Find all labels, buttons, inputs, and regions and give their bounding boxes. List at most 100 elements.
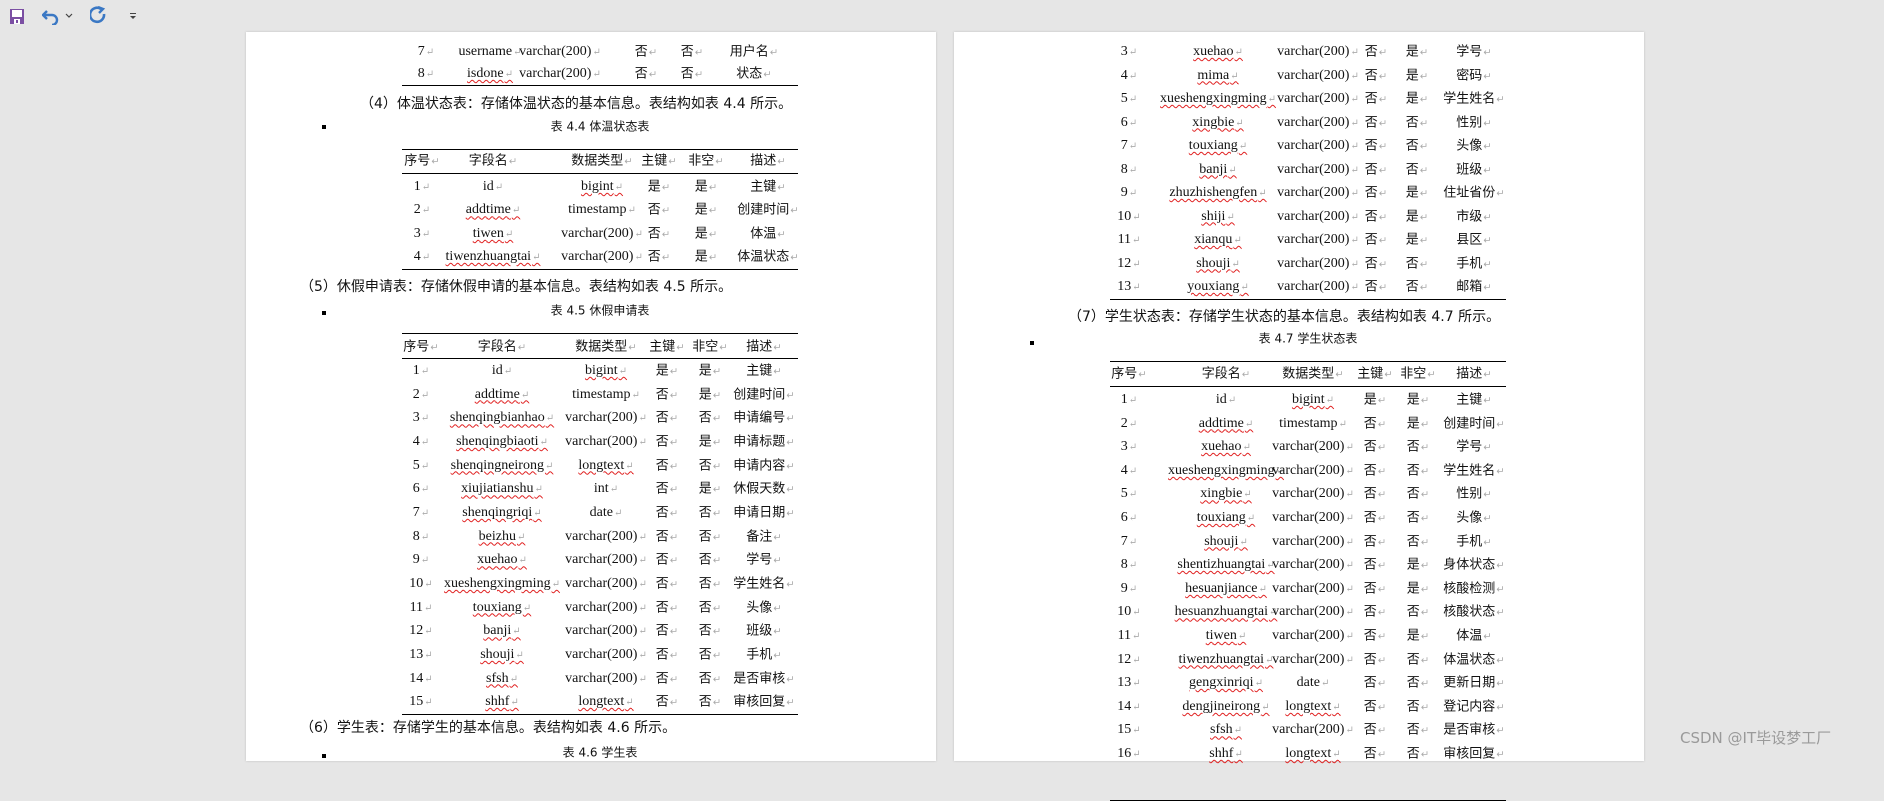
table-cell-data-type: longtext [1285,747,1340,761]
table-cell-primary-key: 否 [1364,677,1386,690]
table-cell-description: 邮箱 [1456,281,1491,294]
table-cell-primary-key: 否 [1364,748,1386,761]
table-cell-data-type: varchar(200) [565,600,647,615]
table-cell-primary-key: 否 [656,648,678,661]
table-cell-primary-key: 否 [656,530,678,543]
table-cell-data-type: varchar(200) [1272,463,1354,478]
table-cell-not-null: 否 [681,68,703,81]
table-cell-seq: 7 [418,45,434,59]
table-cell-field-name: username [458,45,521,59]
caption-table-4-5: 表 4.5 休假申请表 [550,303,650,318]
table-cell-not-null: 是 [699,435,721,448]
table-cell-field-name: beizhu [479,529,526,544]
table-cell-primary-key: 否 [1364,559,1386,572]
table-cell-seq: 5 [1121,92,1137,106]
table-cell-seq: 3 [414,226,430,241]
table-cell-description: 主键 [746,365,781,378]
table-cell-data-type: varchar(200) [1272,487,1354,501]
table-rule [1110,299,1506,300]
table-cell-seq: 3 [1121,440,1137,454]
undo-dropdown-icon[interactable] [64,4,74,28]
table-cell-description: 申请编号 [733,412,794,425]
table-cell-description: 性别 [1456,488,1491,501]
table-cell-not-null: 是 [1407,394,1429,407]
table-cell-primary-key: 否 [656,696,678,709]
table-cell-not-null: 否 [1407,441,1429,454]
table-cell-field-name: addtime [475,387,530,402]
table-cell-seq: 8 [1121,162,1137,177]
table-cell-description: 学号 [746,554,781,567]
table-cell-field-name: xiujiatianshu [461,482,543,496]
table-cell-primary-key: 否 [656,601,678,614]
save-icon[interactable] [8,4,26,28]
table-cell-seq: 3 [413,411,429,425]
table-cell-primary-key: 否 [1364,417,1386,430]
table-cell-data-type: timestamp [572,387,640,402]
table-rule [402,714,798,715]
table-cell-not-null: 否 [699,577,721,590]
table-cell-seq: 9 [413,553,429,567]
table-cell-data-type: bigint [1292,393,1334,407]
paragraph-5: （5）休假申请表：存储休假申请的基本信息。表结构如表 4.5 所示。 [300,279,733,295]
table-cell-primary-key: 否 [1365,187,1387,200]
table-cell-field-name: touxiang [1197,511,1255,525]
table-cell-seq: 10 [1117,209,1140,224]
table-cell-seq: 7 [1121,534,1137,549]
table-cell-field-name: id [1216,393,1236,407]
table-cell-field-name: tiwenzhuangtai [446,250,541,264]
table-cell-primary-key: 否 [635,46,657,59]
table-cell-data-type: date [590,505,623,520]
table-cell-field-name: zhuzhishengfen [1169,186,1266,200]
table-cell-data-type: bigint [585,364,627,378]
document-page-left[interactable]: （4）体温状态表：存储体温状态的基本信息。表结构如表 4.4 所示。 表 4.4… [246,32,936,761]
table-cell-seq: 8 [1121,558,1137,572]
table-cell-primary-key: 否 [635,68,657,81]
table-cell-data-type: varchar(200) [1277,68,1359,83]
table-cell-primary-key: 否 [656,577,678,590]
header-description: 描述 [746,341,781,354]
table-cell-not-null: 是 [1406,210,1428,223]
table-cell-not-null: 是 [1407,582,1429,595]
table-cell-not-null: 否 [699,648,721,661]
table-cell-not-null: 否 [1406,257,1428,270]
table-cell-primary-key: 否 [1364,582,1386,595]
table-cell-seq: 12 [409,624,432,638]
header-not-null: 非空 [692,341,727,354]
table-cell-not-null: 否 [699,696,721,709]
table-cell-field-name: xingbie [1192,115,1243,130]
table-cell-description: 是否审核 [733,672,794,685]
table-cell-data-type: varchar(200) [565,529,647,544]
table-cell-field-name: tiwen [473,226,514,241]
table-cell-primary-key: 否 [648,227,670,240]
table-cell-primary-key: 否 [1364,512,1386,525]
table-cell-primary-key: 否 [1365,234,1387,247]
table-cell-seq: 14 [1117,699,1140,714]
table-cell-description: 申请日期 [733,506,794,519]
table-cell-not-null: 否 [699,506,721,519]
table-cell-data-type: varchar(200) [1277,162,1359,177]
table-cell-primary-key: 是 [1364,394,1386,407]
redo-icon[interactable] [88,4,110,28]
table-cell-description: 头像 [1456,140,1491,153]
table-cell-primary-key: 是 [656,365,678,378]
table-cell-not-null: 否 [1407,464,1429,477]
table-cell-description: 体温 [1456,630,1491,643]
undo-icon[interactable] [40,4,62,28]
table-cell-seq: 2 [1121,416,1137,431]
customize-toolbar-icon[interactable] [128,4,138,28]
table-cell-field-name: addtime [466,203,521,217]
document-page-right[interactable]: （7）学生状态表：存储学生状态的基本信息。表结构如表 4.7 所示。 表 4.7… [954,32,1644,801]
table-cell-description: 休假天数 [733,483,794,496]
table-cell-primary-key: 否 [1364,724,1386,737]
table-cell-data-type: varchar(200) [1277,233,1359,247]
table-rule [402,85,798,86]
table-cell-seq: 1 [1121,393,1137,407]
table-cell-seq: 4 [1121,463,1137,478]
table-cell-field-name: xueshengxingming [1168,463,1284,478]
table-rule [1110,386,1506,387]
table-cell-data-type: varchar(200) [1272,558,1354,572]
table-cell-not-null: 否 [1406,116,1428,129]
table-cell-description: 住址省份 [1443,187,1504,200]
watermark: CSDN @IT毕设梦工厂 [1680,729,1832,747]
table-cell-field-name: shiji [1201,209,1235,224]
